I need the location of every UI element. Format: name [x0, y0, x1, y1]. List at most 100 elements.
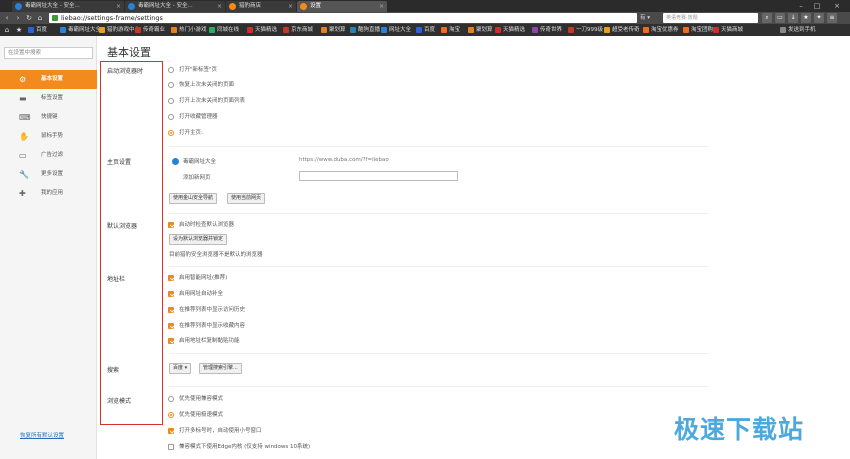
- bookmark-item[interactable]: 淘宝: [441, 24, 460, 36]
- search-input[interactable]: 英语竞赛·放题: [663, 13, 758, 23]
- addr-option-bookmarks[interactable]: 在推荐列表中显示收藏内容: [168, 321, 245, 331]
- radio-button[interactable]: [168, 82, 174, 88]
- tab-1[interactable]: 毒霸网址大全 - 安全... ×: [12, 1, 124, 12]
- url-field[interactable]: liebao://settings-frame/settings: [49, 13, 637, 23]
- close-icon[interactable]: ×: [379, 1, 384, 12]
- bookmark-item[interactable]: 毒霸网址大全: [60, 24, 101, 36]
- section-label-search: 搜索: [107, 367, 120, 374]
- search-engine-select[interactable]: 百度 ▾: [169, 363, 192, 374]
- close-icon[interactable]: ×: [116, 1, 121, 12]
- minimize-icon[interactable]: –: [794, 0, 808, 12]
- tab-2[interactable]: 毒霸网址大全 - 安全... ×: [125, 1, 225, 12]
- bookmark-item[interactable]: 网址大全: [381, 24, 411, 36]
- bookmark-item[interactable]: 传奇世界: [532, 24, 562, 36]
- radio-button[interactable]: [168, 412, 174, 418]
- mode-check-small-window[interactable]: 打开多标号时，自动使用小号窗口: [168, 426, 262, 436]
- forward-icon[interactable]: ›: [13, 13, 23, 23]
- bookmark-item[interactable]: 猎豹游戏中心: [99, 24, 140, 36]
- startup-option-restore[interactable]: 恢复上次未关闭的页面: [168, 80, 234, 90]
- startup-option-homepage[interactable]: 打开主页:: [168, 128, 203, 138]
- add-page-input[interactable]: [299, 171, 458, 181]
- sidebar-item-basic[interactable]: ⚙ 基本设置: [0, 70, 97, 89]
- sidebar-item-more[interactable]: 🔧 更多设置: [0, 165, 97, 184]
- extension-icon[interactable]: ✦: [814, 13, 824, 23]
- bookmark-item[interactable]: 百度: [28, 24, 47, 36]
- bookmark-item[interactable]: 天猫精选: [247, 24, 277, 36]
- checkbox[interactable]: [168, 307, 174, 313]
- tab-settings[interactable]: 设置 ×: [297, 1, 387, 12]
- bookmark-item[interactable]: 热门小游戏: [171, 24, 207, 36]
- restore-defaults-link[interactable]: 恢复所有默认设置: [20, 431, 64, 439]
- addr-option-paste[interactable]: 启用地址栏复制黏贴功能: [168, 336, 240, 346]
- search-engine-dropdown[interactable]: 有 ▾: [640, 13, 662, 23]
- bookmark-label: 聚划算: [329, 27, 346, 33]
- tab-3[interactable]: 猎豹商店 ×: [226, 1, 296, 12]
- maximize-icon[interactable]: □: [810, 0, 824, 12]
- star-icon[interactable]: ★: [801, 13, 811, 23]
- bookmark-icon[interactable]: ★: [14, 25, 24, 35]
- checkbox[interactable]: [168, 338, 174, 344]
- home-bookmark-icon[interactable]: ⌂: [2, 25, 12, 35]
- radio-button[interactable]: [168, 67, 174, 73]
- back-icon[interactable]: ‹: [2, 13, 12, 23]
- startup-option-newtab[interactable]: 打开"新标签"页: [168, 65, 217, 75]
- refresh-icon[interactable]: ↻: [24, 13, 34, 23]
- search-icon[interactable]: ⌕: [762, 13, 772, 23]
- addr-option-smart[interactable]: 启用智能网址(推荐): [168, 273, 227, 283]
- sidebar-item-shortcuts[interactable]: ⌨ 快捷键: [0, 108, 97, 127]
- bookmark-item[interactable]: 百度: [416, 24, 435, 36]
- close-window-icon[interactable]: ×: [830, 0, 844, 12]
- radio-button[interactable]: [168, 114, 174, 120]
- bookmark-item[interactable]: 酷狗直播: [350, 24, 380, 36]
- set-default-browser-button[interactable]: 设为默认浏览器并锁定: [169, 234, 228, 245]
- menu-icon[interactable]: ≡: [827, 13, 837, 23]
- bookmark-item[interactable]: 聚划算: [468, 24, 493, 36]
- bookmark-item[interactable]: 传奇霸业: [135, 24, 165, 36]
- radio-button[interactable]: [168, 98, 174, 104]
- bookmark-item[interactable]: 天猫精选: [495, 24, 525, 36]
- radio-button[interactable]: [168, 396, 174, 402]
- startup-option-list[interactable]: 打开上次未关闭的页面列表: [168, 96, 245, 106]
- homepage-site-name: 毒霸网址大全: [183, 159, 217, 165]
- addr-option-history[interactable]: 在推荐列表中显示访问历史: [168, 305, 245, 315]
- checkbox[interactable]: [168, 323, 174, 329]
- checkbox[interactable]: [168, 275, 174, 281]
- bookmark-label: 酷狗直播: [358, 27, 381, 33]
- checkbox[interactable]: [168, 222, 174, 228]
- close-icon[interactable]: ×: [288, 1, 293, 12]
- bookmark-item[interactable]: 京东商城: [283, 24, 313, 36]
- download-icon[interactable]: ↓: [788, 13, 798, 23]
- bookmark-item[interactable]: 超受老传奇: [604, 24, 640, 36]
- mode-option-compat[interactable]: 优先使用兼容模式: [168, 394, 223, 404]
- home-icon[interactable]: ⌂: [35, 13, 45, 23]
- checkbox[interactable]: [168, 428, 174, 434]
- mode-option-fast[interactable]: 优先使用极速模式: [168, 410, 223, 420]
- sidebar-item-apps[interactable]: ✚ 我的应用: [0, 184, 97, 203]
- bookmark-item[interactable]: 淘宝优惠券: [643, 24, 679, 36]
- bookmark-item[interactable]: 天猫商城: [713, 24, 743, 36]
- radio-button[interactable]: [168, 130, 174, 136]
- checkbox[interactable]: [168, 291, 174, 297]
- bookmark-item[interactable]: 聚划算: [321, 24, 346, 36]
- sidebar-item-gestures[interactable]: ✋ 鼠标手势: [0, 127, 97, 146]
- close-icon[interactable]: ×: [217, 1, 222, 12]
- use-current-page-button[interactable]: 使用当前网页: [227, 193, 266, 204]
- use-safe-nav-button[interactable]: 使用金山安全导航: [169, 193, 218, 204]
- bookmark-item[interactable]: 淘宝团购: [683, 24, 713, 36]
- window-icon[interactable]: ▭: [775, 13, 785, 23]
- bookmark-item[interactable]: 一刀999级: [568, 24, 603, 36]
- mode-check-edge[interactable]: 兼容模式下使用Edge内核 (仅支持 windows 10系统): [168, 442, 310, 452]
- checkbox[interactable]: [168, 444, 174, 450]
- bookmark-label: 传奇霸业: [143, 27, 166, 33]
- bookmark-item[interactable]: 同城在线: [209, 24, 239, 36]
- startup-option-bookmarks[interactable]: 打开收藏管理器: [168, 112, 218, 122]
- settings-search-input[interactable]: 在设置中搜索: [4, 47, 93, 59]
- manage-search-engines-button[interactable]: 管理搜索引擎...: [199, 363, 242, 374]
- sidebar-item-adblock[interactable]: ▭ 广告过滤: [0, 146, 97, 165]
- bookmark-item[interactable]: 发送到手机: [780, 24, 816, 36]
- bookmark-favicon-icon: [135, 27, 141, 33]
- addr-option-autocomplete[interactable]: 启用网址自动补全: [168, 289, 223, 299]
- check-default-browser[interactable]: 启动时检查默认浏览器: [168, 220, 234, 230]
- settings-sidebar: 在设置中搜索 ⚙ 基本设置 ▬ 标签设置 ⌨ 快捷键 ✋ 鼠标手势 ▭ 广告过滤…: [0, 36, 97, 459]
- sidebar-item-tabs[interactable]: ▬ 标签设置: [0, 89, 97, 108]
